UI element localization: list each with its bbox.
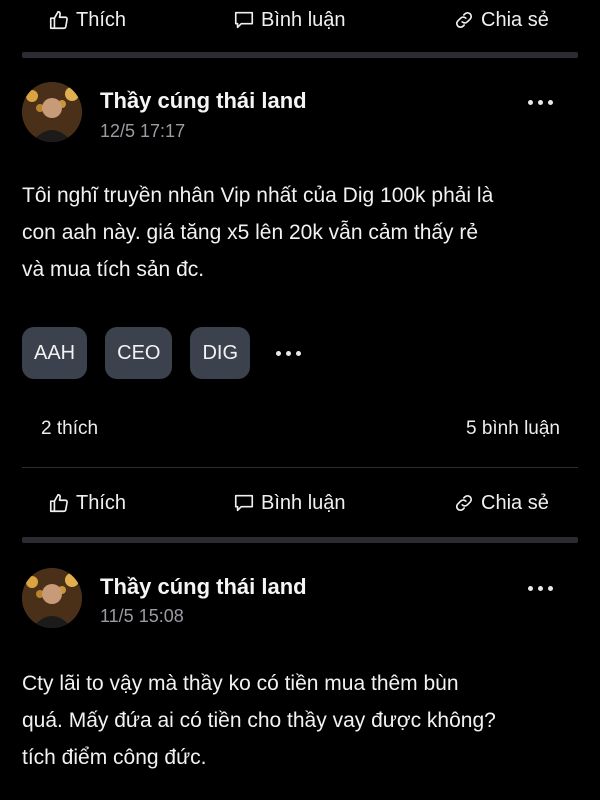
like-label: Thích <box>76 8 127 31</box>
action-bar-top: Thích Bình luận Chia sẻ <box>0 0 600 40</box>
content-line: Cty lãi to vậy mà thầy ko có tiền mua th… <box>22 672 459 695</box>
share-button[interactable]: Chia sẻ <box>453 9 549 32</box>
comment-icon <box>234 11 254 29</box>
more-options-button[interactable] <box>526 578 556 598</box>
tag-dig[interactable]: DIG <box>190 327 251 379</box>
post-content: Cty lãi to vậy mà thầy ko có tiền mua th… <box>22 665 578 776</box>
tag-aah[interactable]: AAH <box>22 327 88 379</box>
post-author[interactable]: Thầy cúng thái land <box>100 574 307 600</box>
content-line: và mua tích sản đc. <box>22 258 205 281</box>
feed: Thích Bình luận Chia sẻ Thầy cúng thái l… <box>0 0 600 800</box>
more-dots-icon <box>276 351 282 356</box>
post-separator <box>22 52 578 58</box>
comment-button[interactable]: Bình luận <box>233 9 346 32</box>
like-label: Thích <box>76 491 127 514</box>
content-line: quá. Mấy đứa ai có tiền cho thầy vay đượ… <box>22 709 496 732</box>
action-bar: Thích Bình luận Chia sẻ <box>0 483 600 523</box>
more-dots-icon <box>528 586 533 591</box>
post-time: 12/5 17:17 <box>100 121 186 141</box>
post-separator <box>22 537 578 543</box>
comment-count[interactable]: 5 bình luận <box>466 418 560 440</box>
tag-list: AAH CEO DIG <box>22 327 308 379</box>
comment-label: Bình luận <box>261 8 346 31</box>
content-line: tích điểm công đức. <box>22 746 207 769</box>
share-label: Chia sẻ <box>481 491 549 514</box>
divider <box>22 467 578 468</box>
thumbs-up-icon <box>49 10 68 30</box>
like-button[interactable]: Thích <box>48 9 126 32</box>
link-icon <box>455 11 473 29</box>
content-line: con aah này. giá tăng x5 lên 20k vẫn cảm… <box>22 221 479 244</box>
more-dots-icon <box>528 100 533 105</box>
more-options-button[interactable] <box>526 92 556 112</box>
comment-label: Bình luận <box>261 491 346 514</box>
post-time: 11/5 15:08 <box>100 606 184 626</box>
comment-icon <box>234 494 254 512</box>
more-tags-button[interactable] <box>268 327 308 379</box>
link-icon <box>455 494 473 512</box>
like-count[interactable]: 2 thích <box>41 418 98 440</box>
content-line: Tôi nghĩ truyền nhân Vip nhất của Dig 10… <box>22 184 494 207</box>
avatar[interactable] <box>22 82 82 142</box>
tag-ceo[interactable]: CEO <box>105 327 173 379</box>
like-button[interactable]: Thích <box>48 492 126 515</box>
post-content: Tôi nghĩ truyền nhân Vip nhất của Dig 10… <box>22 177 578 288</box>
thumbs-up-icon <box>49 493 68 513</box>
comment-button[interactable]: Bình luận <box>233 492 346 515</box>
share-label: Chia sẻ <box>481 8 549 31</box>
post-author[interactable]: Thầy cúng thái land <box>100 88 307 114</box>
avatar[interactable] <box>22 568 82 628</box>
share-button[interactable]: Chia sẻ <box>453 492 549 515</box>
